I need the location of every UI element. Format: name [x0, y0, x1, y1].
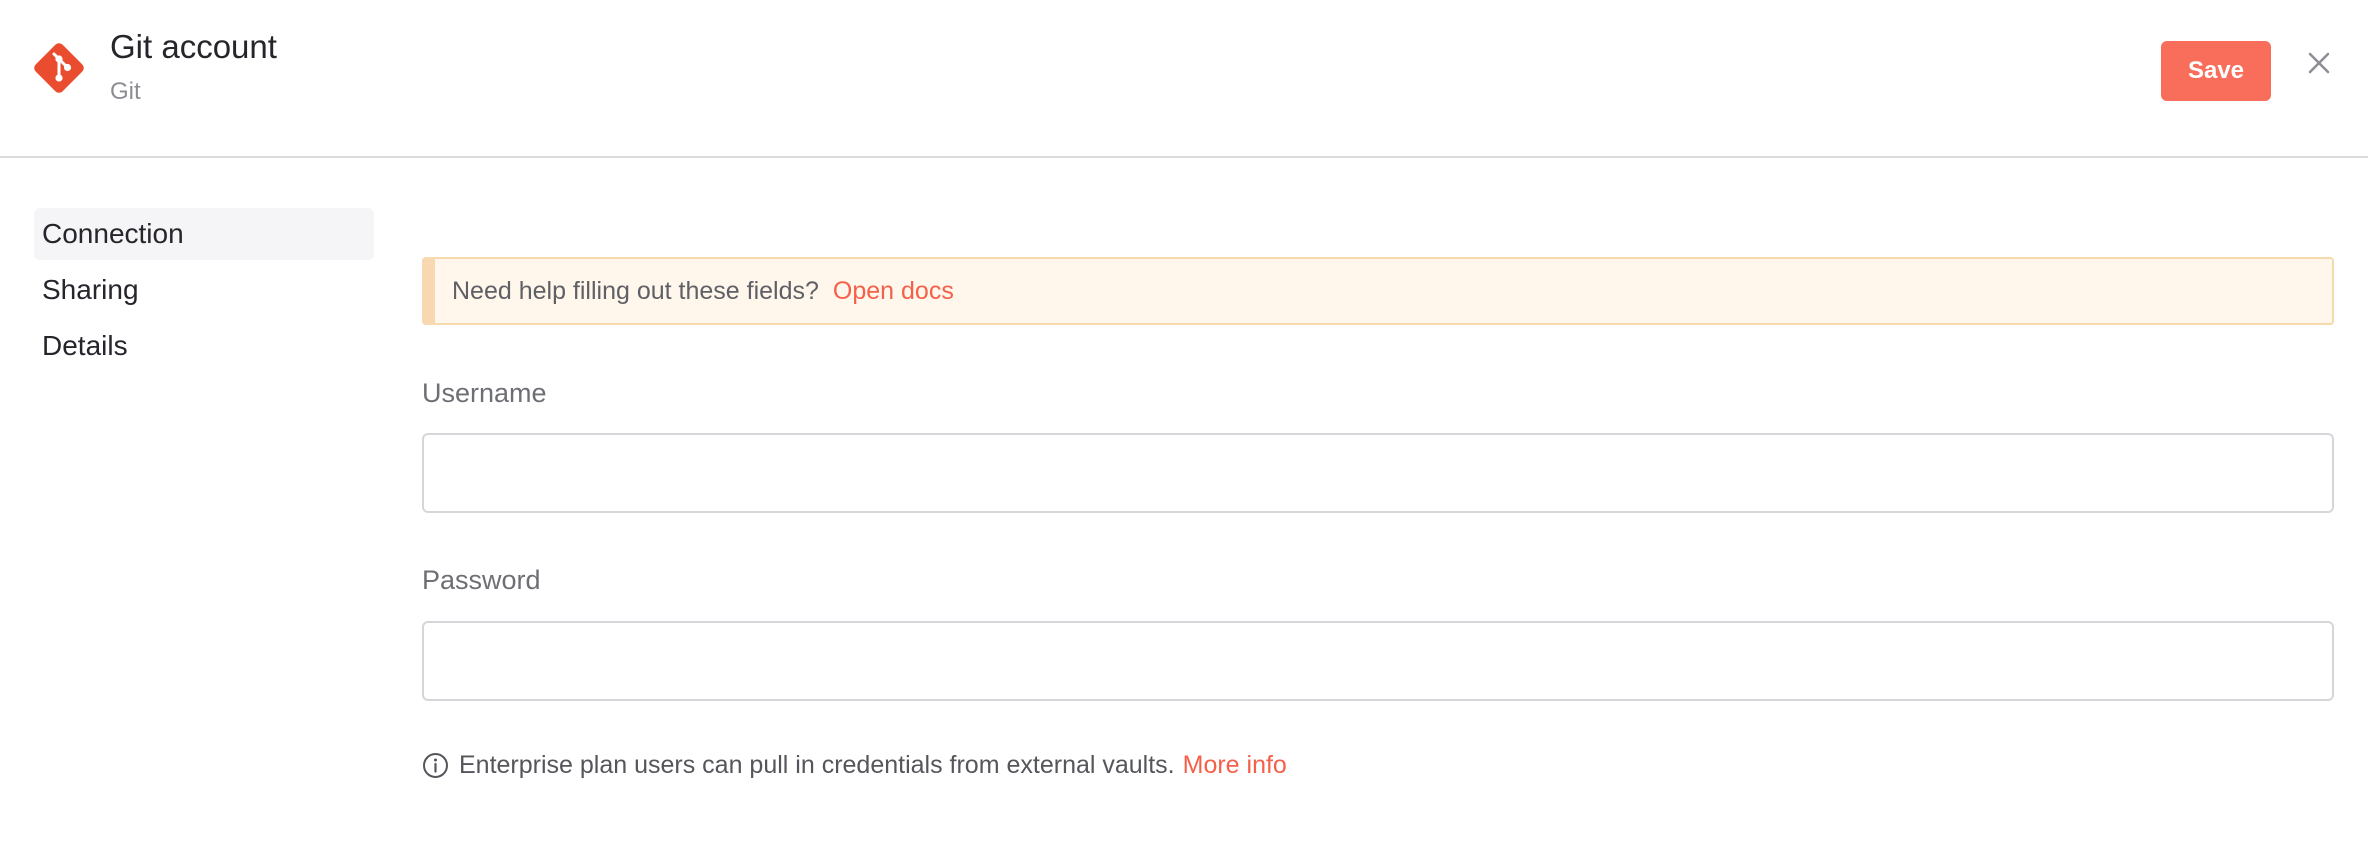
- sidebar-item-sharing[interactable]: Sharing: [34, 264, 374, 316]
- close-icon[interactable]: [2302, 46, 2336, 80]
- open-docs-link[interactable]: Open docs: [833, 277, 954, 306]
- callout-text: Need help filling out these fields?: [452, 276, 819, 305]
- more-info-link[interactable]: More info: [1183, 751, 1287, 780]
- sidebar-item-label: Connection: [42, 218, 184, 249]
- sidebar-item-label: Sharing: [42, 274, 139, 305]
- password-label: Password: [422, 565, 541, 595]
- save-button[interactable]: Save: [2161, 41, 2271, 101]
- page-subtitle: Git: [110, 78, 141, 105]
- note-text: Enterprise plan users can pull in creden…: [459, 750, 1175, 779]
- git-logo-icon: [34, 43, 84, 93]
- modal-header: Git account Git Save: [0, 0, 2368, 158]
- username-input[interactable]: [422, 433, 2334, 513]
- sidebar-item-details[interactable]: Details: [34, 320, 374, 372]
- sidebar-item-label: Details: [42, 330, 128, 361]
- page-title: Git account: [110, 28, 277, 65]
- sidebar-item-connection[interactable]: Connection: [34, 208, 374, 260]
- help-callout: Need help filling out these fields? Open…: [422, 257, 2334, 325]
- password-input[interactable]: [422, 621, 2334, 701]
- vault-note: Enterprise plan users can pull in creden…: [422, 748, 1287, 782]
- info-icon: [423, 752, 448, 778]
- username-label: Username: [422, 378, 547, 408]
